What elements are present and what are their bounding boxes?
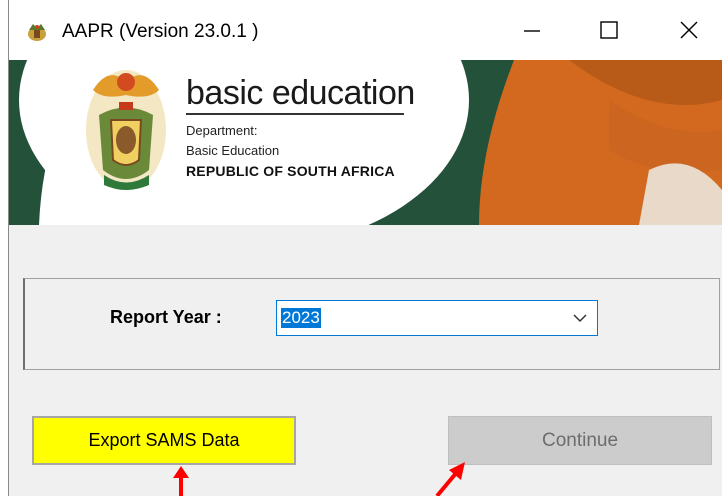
close-button[interactable] (649, 0, 722, 60)
close-icon (680, 21, 698, 39)
report-year-value: 2023 (281, 308, 321, 328)
coat-of-arms-icon (86, 70, 166, 190)
report-year-label: Report Year : (110, 307, 222, 327)
banner-department-name: Basic Education (186, 143, 280, 158)
banner-country: REPUBLIC OF SOUTH AFRICA (186, 163, 395, 179)
maximize-icon (600, 21, 618, 39)
report-year-group: Report Year : 2023 (23, 278, 720, 370)
department-banner: basic education Department: Basic Educat… (9, 60, 722, 225)
title-bar[interactable]: AAPR (Version 23.0.1 ) (9, 0, 722, 60)
chevron-down-icon (573, 314, 587, 323)
banner-title: basic education (186, 74, 415, 112)
export-sams-data-button[interactable]: Export SAMS Data (32, 416, 296, 465)
minimize-icon (524, 30, 540, 32)
continue-button[interactable]: Continue (448, 416, 712, 465)
banner-department-label: Department: (186, 123, 258, 138)
banner-divider (186, 113, 404, 115)
minimize-button[interactable] (492, 0, 572, 60)
report-year-dropdown[interactable]: 2023 (276, 300, 598, 336)
window-title: AAPR (Version 23.0.1 ) (62, 21, 259, 42)
red-arrow-annotation-export (173, 466, 189, 496)
coat-of-arms-icon (28, 24, 46, 41)
red-arrow-annotation-continue (435, 462, 465, 496)
maximize-button[interactable] (569, 0, 649, 60)
app-window: AAPR (Version 23.0.1 ) basic education D… (8, 0, 722, 496)
